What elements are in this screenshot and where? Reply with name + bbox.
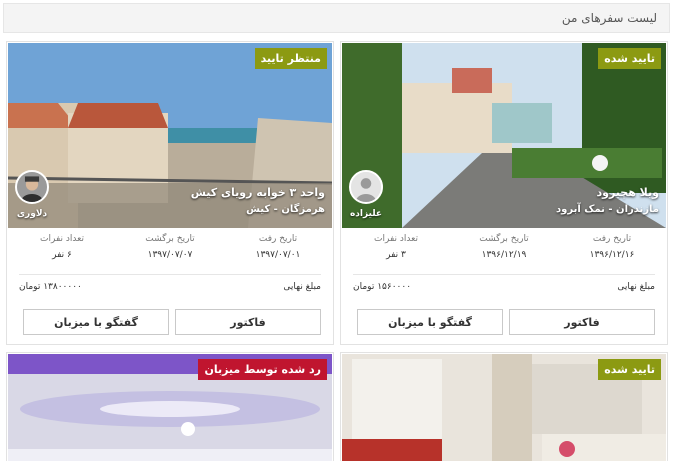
host-info[interactable]: دلاوری: [13, 170, 51, 219]
apartment-photo[interactable]: [8, 43, 332, 228]
host-info[interactable]: علیزاده: [347, 170, 385, 219]
guests-value: ۳ نفر: [386, 250, 406, 260]
final-amount-label: مبلغ نهایی: [617, 282, 655, 292]
price-row: مبلغ نهایی ۱۳۸۰۰۰۰۰ تومان: [19, 282, 321, 292]
final-amount-value: ۱۵۶۰۰۰۰ تومان: [353, 282, 412, 292]
checkin-label: تاریخ رفت: [592, 234, 632, 244]
guests-col: تعداد نفرات ۳ نفر: [342, 234, 450, 270]
trip-card[interactable]: رد شده توسط میزبان: [6, 352, 334, 461]
avatar[interactable]: [349, 170, 383, 204]
final-amount-value: ۱۳۸۰۰۰۰۰ تومان: [19, 282, 82, 292]
guests-col: تعداد نفرات ۶ نفر: [8, 234, 116, 270]
invoice-button[interactable]: فاکتور: [175, 309, 321, 335]
final-amount-label: مبلغ نهایی: [283, 282, 321, 292]
checkout-value: ۱۳۹۷/۰۷/۰۷: [147, 250, 193, 260]
listing-location: هرمزگان - کیش: [246, 204, 325, 215]
guests-label: تعداد نفرات: [374, 234, 418, 244]
trip-card[interactable]: منتظر تایید واحد ۳ خوابه رویای کیش هرمزگ…: [6, 41, 334, 345]
guests-label: تعداد نفرات: [40, 234, 84, 244]
checkout-label: تاریخ برگشت: [145, 234, 195, 244]
checkout-col: تاریخ برگشت ۱۳۹۷/۰۷/۰۷: [116, 234, 224, 270]
checkin-value: ۱۳۹۷/۰۷/۰۱: [255, 250, 301, 260]
avatar[interactable]: [15, 170, 49, 204]
trip-card[interactable]: تایید شده: [340, 352, 668, 461]
status-badge: رد شده توسط میزبان: [198, 359, 327, 380]
status-badge: تایید شده: [598, 48, 661, 69]
divider: [353, 274, 655, 275]
listing-location: مازندران - نمک آبرود: [556, 204, 659, 215]
status-badge: منتظر تایید: [254, 48, 327, 69]
trip-dates: تاریخ رفت ۱۳۹۷/۰۷/۰۱ تاریخ برگشت ۱۳۹۷/۰۷…: [8, 234, 332, 270]
invoice-button[interactable]: فاکتور: [509, 309, 655, 335]
checkin-col: تاریخ رفت ۱۳۹۶/۱۲/۱۶: [558, 234, 666, 270]
page-title: لیست سفرهای من: [561, 11, 657, 25]
trip-card[interactable]: تایید شده ویلا هچیرود مازندران - نمک آبر…: [340, 41, 668, 345]
listing-title[interactable]: واحد ۳ خوابه رویای کیش: [191, 186, 325, 199]
checkout-col: تاریخ برگشت ۱۳۹۶/۱۲/۱۹: [450, 234, 558, 270]
host-name: دلاوری: [16, 209, 48, 219]
trip-dates: تاریخ رفت ۱۳۹۶/۱۲/۱۶ تاریخ برگشت ۱۳۹۶/۱۲…: [342, 234, 666, 270]
chat-with-host-button[interactable]: گفتگو با میزبان: [357, 309, 503, 335]
chat-with-host-button[interactable]: گفتگو با میزبان: [23, 309, 169, 335]
status-badge: تایید شده: [598, 359, 661, 380]
checkout-label: تاریخ برگشت: [479, 234, 529, 244]
price-row: مبلغ نهایی ۱۵۶۰۰۰۰ تومان: [353, 282, 655, 292]
checkin-label: تاریخ رفت: [258, 234, 298, 244]
page-header: لیست سفرهای من: [3, 3, 670, 33]
villa-photo[interactable]: [342, 43, 666, 228]
listing-title[interactable]: ویلا هچیرود: [596, 186, 659, 199]
guests-value: ۶ نفر: [52, 250, 72, 260]
host-name: علیزاده: [349, 209, 383, 219]
checkin-col: تاریخ رفت ۱۳۹۷/۰۷/۰۱: [224, 234, 332, 270]
checkout-value: ۱۳۹۶/۱۲/۱۹: [481, 250, 527, 260]
divider: [19, 274, 321, 275]
checkin-value: ۱۳۹۶/۱۲/۱۶: [589, 250, 635, 260]
